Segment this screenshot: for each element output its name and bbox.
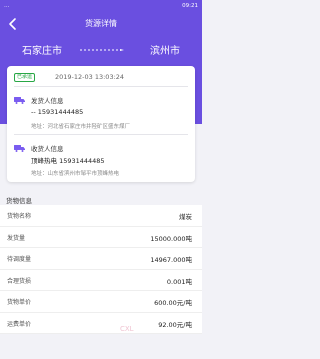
- route-from: 石家庄市: [22, 46, 62, 57]
- shipper-title: 发货人信息: [31, 97, 64, 105]
- row-value: 煤炭: [179, 213, 192, 221]
- goods-table: 货物名称 煤炭 发货量 15000.000吨 待调度量 14967.000吨 合…: [0, 205, 202, 334]
- row-value: 14967.000吨: [150, 256, 192, 264]
- row-value: 600.00元/吨: [154, 299, 192, 307]
- section-title: 货物信息: [6, 197, 32, 205]
- truck-icon: [14, 145, 25, 152]
- row-value: 92.00元/吨: [158, 320, 192, 329]
- nav-bar: 货源详情: [0, 14, 202, 32]
- route: 石家庄市 滨州市: [0, 42, 202, 58]
- receiver-address: 地址：山东省滨州市邹平市顶峰热电: [31, 171, 120, 177]
- row-label: 运费单价: [7, 320, 32, 328]
- page-title: 货源详情: [85, 19, 117, 28]
- receiver-title: 收货人信息: [31, 145, 64, 153]
- status-left: …: [4, 3, 11, 9]
- table-row: 发货量 15000.000吨: [0, 227, 202, 248]
- row-label: 待调度量: [7, 256, 32, 263]
- row-label: 合理货损: [7, 277, 32, 285]
- row-value: 0.001吨: [166, 277, 192, 286]
- row-label: 货物名称: [7, 213, 32, 220]
- table-row: 待调度量 14967.000吨: [0, 248, 202, 270]
- shipper-address: 地址：河北省石家庄市井陉矿区盛东煤厂: [31, 124, 131, 130]
- divider: [14, 134, 188, 135]
- status-badge: 已承运: [14, 73, 36, 82]
- timestamp: 2019-12-03 13:03:24: [55, 73, 125, 81]
- truck-icon: [14, 97, 25, 104]
- route-arrow-icon: [80, 49, 124, 51]
- status-time: 09:21: [182, 3, 198, 9]
- row-value: 15000.000吨: [150, 234, 192, 243]
- table-row: 货物名称 煤炭: [0, 205, 202, 227]
- table-row: 运费单价 92.00元/吨: [0, 313, 202, 334]
- divider: [14, 86, 188, 87]
- status-bar: … 09:21: [0, 0, 202, 14]
- shipper-phone[interactable]: -- 15931444485: [31, 108, 83, 116]
- row-label: 发货量: [7, 234, 26, 242]
- table-row: 合理货损 0.001吨: [0, 270, 202, 291]
- order-card: 已承运 2019-12-03 13:03:24 发货人信息 -- 1593144…: [7, 66, 195, 182]
- table-row: 货物单价 600.00元/吨: [0, 291, 202, 313]
- row-label: 货物单价: [7, 299, 32, 306]
- watermark: CXL: [120, 325, 134, 333]
- receiver-phone[interactable]: 顶峰热电 15931444485: [31, 155, 105, 165]
- route-to: 滨州市: [150, 46, 180, 57]
